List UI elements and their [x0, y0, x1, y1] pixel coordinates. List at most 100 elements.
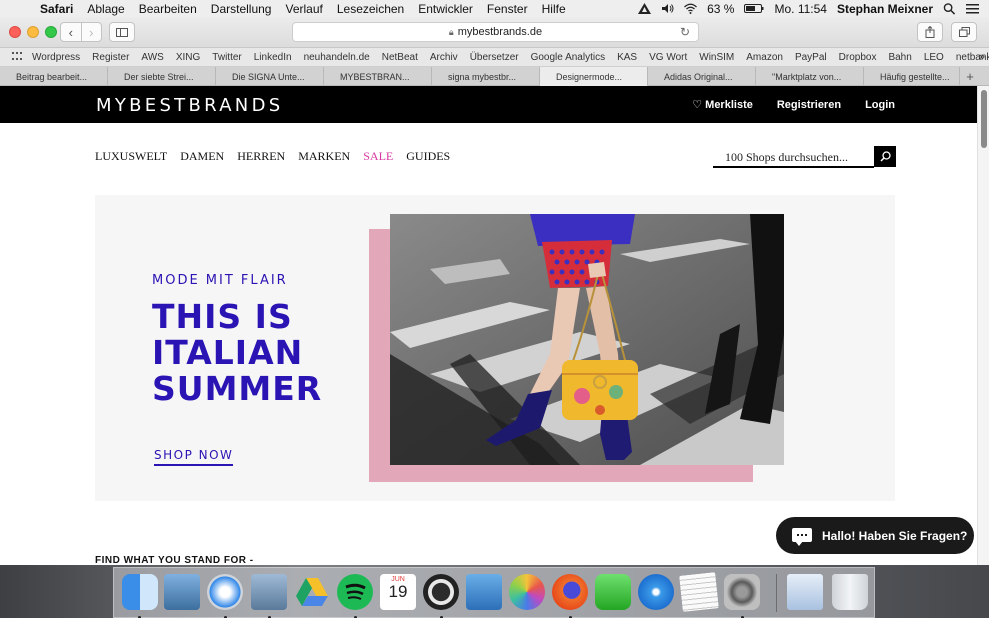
share-button[interactable] — [917, 22, 943, 42]
close-window-button[interactable] — [9, 26, 21, 38]
volume-icon[interactable] — [661, 3, 674, 14]
browser-tab[interactable]: Die SIGNA Unte... — [216, 67, 324, 86]
bookmark-item[interactable]: NetBeat — [382, 52, 418, 63]
scrollbar-thumb[interactable] — [981, 90, 987, 148]
chat-widget-button[interactable]: Hallo! Haben Sie Fragen? — [776, 517, 974, 554]
minimize-window-button[interactable] — [27, 26, 39, 38]
bookmark-item[interactable]: XING — [176, 52, 200, 63]
browser-tab[interactable]: Beitrag bearbeit... — [0, 67, 108, 86]
wishlist-link[interactable]: ♡ Merkliste — [692, 98, 753, 111]
page-scrollbar[interactable] — [977, 86, 989, 565]
hero-banner[interactable]: MODE MIT FLAIR THIS IS ITALIAN SUMMER SH… — [95, 195, 895, 501]
bookmark-item[interactable]: LinkedIn — [254, 52, 292, 63]
spotlight-search-icon[interactable] — [943, 2, 956, 15]
app-icon[interactable] — [423, 574, 459, 610]
browser-tab[interactable]: "Marktplatz von... — [756, 67, 864, 86]
calendar-icon[interactable]: JUN 19 — [380, 574, 416, 610]
bookmark-item[interactable]: Wordpress — [32, 52, 80, 63]
firefox-icon[interactable] — [552, 574, 588, 610]
vpn-icon[interactable] — [638, 3, 652, 14]
hero-headline-line: ITALIAN — [152, 333, 304, 372]
menu-verlauf[interactable]: Verlauf — [285, 2, 322, 16]
sidebar-icon — [116, 28, 128, 37]
wifi-icon[interactable] — [684, 3, 698, 14]
bookmark-item[interactable]: Twitter — [212, 52, 241, 63]
sidebar-toggle-button[interactable] — [109, 22, 135, 42]
bookmark-item[interactable]: Register — [92, 52, 129, 63]
nav-marken[interactable]: MARKEN — [298, 149, 350, 164]
browser-tab[interactable]: MYBESTBRAN... — [324, 67, 432, 86]
address-bar[interactable]: 🔒︎ mybestbrands.de ↻ — [292, 22, 699, 42]
finder-icon[interactable] — [122, 574, 158, 610]
textedit-icon[interactable] — [679, 572, 719, 612]
battery-icon[interactable] — [744, 3, 764, 14]
login-link[interactable]: Login — [865, 99, 895, 111]
browser-tab[interactable]: Der siebte Strei... — [108, 67, 216, 86]
menubar-user[interactable]: Stephan Meixner — [837, 2, 933, 16]
notification-center-icon[interactable] — [966, 3, 979, 14]
shop-now-link[interactable]: SHOP NOW — [154, 448, 234, 466]
search-input[interactable]: 100 Shops durchsuchen... — [713, 146, 874, 168]
hero-fashion-photo[interactable] — [390, 214, 784, 465]
menu-bearbeiten[interactable]: Bearbeiten — [139, 2, 197, 16]
nav-sale[interactable]: SALE — [363, 149, 393, 164]
bookmark-item[interactable]: AWS — [141, 52, 163, 63]
menu-safari[interactable]: Safari — [40, 2, 73, 16]
chat-label: Hallo! Haben Sie Fragen? — [822, 528, 968, 543]
show-all-tabs-button[interactable] — [951, 22, 977, 42]
more-bookmarks-chevron-icon[interactable]: » — [979, 51, 985, 63]
bookmark-item[interactable]: Amazon — [746, 52, 783, 63]
search-button[interactable] — [874, 146, 896, 167]
browser-tab[interactable]: Adidas Original... — [648, 67, 756, 86]
menu-hilfe[interactable]: Hilfe — [542, 2, 566, 16]
bookmark-item[interactable]: Dropbox — [839, 52, 877, 63]
photos-icon[interactable] — [509, 574, 545, 610]
menu-entwickler[interactable]: Entwickler — [418, 2, 473, 16]
browser-tab-active[interactable]: Designermode... — [540, 67, 648, 86]
menu-ablage[interactable]: Ablage — [87, 2, 124, 16]
web-content: MYBESTBRANDS ♡ Merkliste Registrieren Log… — [0, 86, 977, 565]
bookmark-item[interactable]: Bahn — [888, 52, 911, 63]
forward-button[interactable]: › — [80, 23, 102, 41]
menu-fenster[interactable]: Fenster — [487, 2, 528, 16]
zoom-window-button[interactable] — [45, 26, 57, 38]
bookmark-item[interactable]: Google Analytics — [531, 52, 606, 63]
nav-damen[interactable]: DAMEN — [180, 149, 224, 164]
menu-lesezeichen[interactable]: Lesezeichen — [337, 2, 404, 16]
downloads-icon[interactable] — [787, 574, 823, 610]
bookmark-item[interactable]: neuhandeln.de — [304, 52, 370, 63]
safari-icon[interactable] — [207, 574, 243, 610]
reload-icon[interactable]: ↻ — [680, 25, 690, 39]
shop-search: 100 Shops durchsuchen... — [713, 146, 896, 168]
url-text: mybestbrands.de — [457, 26, 543, 38]
site-logo[interactable]: MYBESTBRANDS — [96, 95, 283, 116]
bookmark-item[interactable]: Übersetzer — [470, 52, 519, 63]
bookmark-item[interactable]: PayPal — [795, 52, 827, 63]
keynote-icon[interactable] — [466, 574, 502, 610]
facetime-icon[interactable] — [595, 574, 631, 610]
system-preferences-icon[interactable] — [724, 574, 760, 610]
trash-icon[interactable] — [832, 574, 868, 610]
preview-icon[interactable] — [164, 574, 200, 610]
app-store-icon[interactable] — [638, 574, 674, 610]
spotify-icon[interactable] — [337, 574, 373, 610]
new-tab-button[interactable]: + — [960, 67, 980, 85]
photo-app-icon[interactable] — [251, 574, 287, 610]
browser-tab[interactable]: signa mybestbr... — [432, 67, 540, 86]
bookmark-item[interactable]: Archiv — [430, 52, 458, 63]
nav-luxuswelt[interactable]: LUXUSWELT — [95, 149, 167, 164]
menubar-clock[interactable]: Mo. 11:54 — [774, 2, 826, 16]
google-drive-icon[interactable] — [294, 574, 330, 610]
nav-herren[interactable]: HERREN — [237, 149, 285, 164]
nav-guides[interactable]: GUIDES — [406, 149, 450, 164]
register-link[interactable]: Registrieren — [777, 99, 841, 111]
macos-dock: JUN 19 — [113, 567, 875, 618]
top-sites-grid-icon[interactable] — [12, 52, 22, 62]
browser-tab[interactable]: Häufig gestellte... — [864, 67, 960, 86]
bookmark-item[interactable]: VG Wort — [649, 52, 687, 63]
back-button[interactable]: ‹ — [61, 23, 81, 41]
bookmark-item[interactable]: LEO — [924, 52, 944, 63]
bookmark-item[interactable]: KAS — [617, 52, 637, 63]
bookmark-item[interactable]: WinSIM — [699, 52, 734, 63]
menu-darstellung[interactable]: Darstellung — [211, 2, 272, 16]
